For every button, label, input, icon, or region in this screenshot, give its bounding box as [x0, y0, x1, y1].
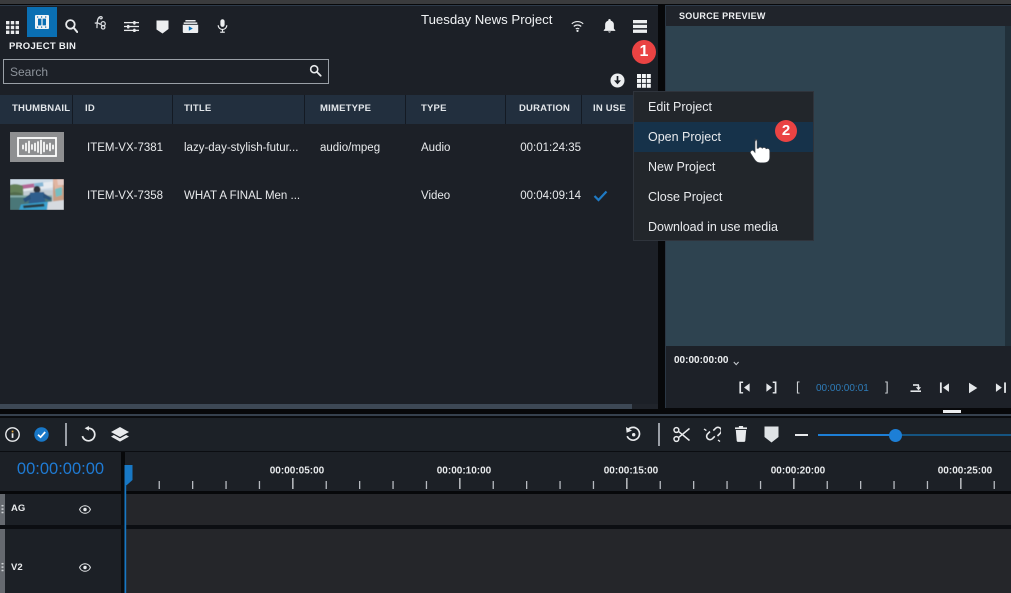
svg-text:00:00:15:00: 00:00:15:00: [603, 466, 658, 477]
svg-text:00:00:20:00: 00:00:20:00: [770, 466, 825, 477]
svg-text:00:00:05:00: 00:00:05:00: [269, 466, 324, 477]
svg-text:00:00:10:00: 00:00:10:00: [436, 466, 491, 477]
svg-text:00:00:25:00: 00:00:25:00: [937, 466, 992, 477]
